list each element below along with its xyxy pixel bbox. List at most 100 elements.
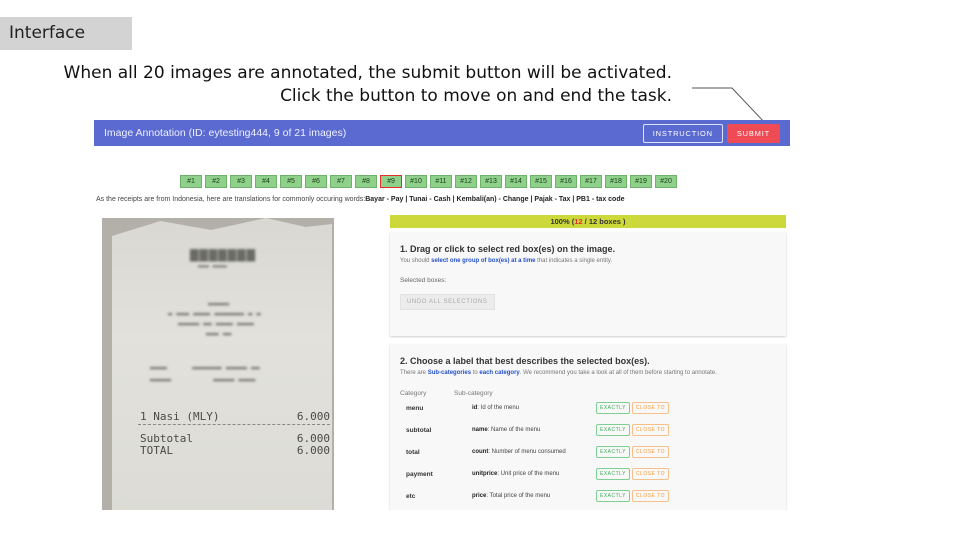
thumbnail-image-11[interactable]: #11 [430,175,452,188]
subcategory-text: : Name of the menu [487,427,541,433]
thumbnail-image-19[interactable]: #19 [630,175,652,188]
callout-line-2: Click the button to move on and end the … [280,86,672,106]
step1-sub-suffix: that indicates a single entity. [535,258,613,264]
subcategory-key: unitprice [472,471,498,477]
category-row: total count: Number of menu consumed EXACT… [400,441,786,463]
thumbnail-image-12[interactable]: #12 [455,175,477,188]
receipt-image[interactable]: ▆▆▆▆▆▆▆ ▬▬▬ ▬▬▬▬ ▬▬▬▬▬ ▬ ▬▬▬ ▬▬▬▬ ▬▬▬▬▬▬… [102,218,334,510]
undo-all-selections-button[interactable]: UNDO ALL SELECTIONS [400,294,495,310]
receipt-address-blur: ▬ ▬▬▬ ▬▬▬▬ ▬▬▬▬▬▬▬ ▬ ▬ [168,310,261,318]
annotation-app-window: Image Annotation (ID: eytesting444, 9 of… [94,120,790,510]
translation-note-words: Bayar - Pay | Tunai - Cash | Kembali(an)… [365,196,625,203]
category-name: total [406,448,420,456]
thumbnail-image-18[interactable]: #18 [605,175,627,188]
exactly-button[interactable]: EXACTLY [596,402,630,414]
step2-sub-b: Sub-categories [427,370,472,376]
receipt-logo: ▆▆▆▆▆▆▆ [190,246,257,262]
subcategory-description: name: Name of the menu [472,427,596,433]
thumbnail-image-5[interactable]: #5 [280,175,302,188]
category-row: subtotal name: Name of the menu EXACTLY CLO… [400,419,786,441]
subcategory-key: count [472,449,489,455]
thumbnail-image-2[interactable]: #2 [205,175,227,188]
step1-card: 1. Drag or click to select red box(es) o… [390,232,786,336]
close-to-button[interactable]: CLOSE TO [631,468,670,480]
annotation-progress-bar: 100% (12 / 12 boxes ) [390,215,786,228]
thumbnail-image-10[interactable]: #10 [405,175,427,188]
receipt-line: 1 Nasi (MLY) 6.000 [140,410,330,423]
app-topbar: Image Annotation (ID: eytesting444, 9 of… [94,120,790,146]
receipt-line-item: TOTAL [140,444,174,457]
step2-card: 2. Choose a label that best describes th… [390,344,786,510]
category-row: etc price: Total price of the menu EXACTLY… [400,485,786,507]
thumbnail-image-7[interactable]: #7 [330,175,352,188]
thumbnail-image-1[interactable]: #1 [180,175,202,188]
category-name: etc [406,492,416,500]
subcategory-key: name [472,427,488,433]
category-table-header: Category Sub-category [400,390,786,397]
subcategory-description: price: Total price of the menu [472,493,596,499]
receipt-address-blur: ▬▬▬ ▬▬ [206,330,232,338]
category-row: payment unitprice: Unit price of the menu… [400,463,786,485]
progress-total: / 12 boxes ) [582,217,626,226]
receipt-line-amount: 6.000 [296,444,330,457]
progress-selected-count: 12 [574,217,583,226]
receipt-line-amount: 6.000 [296,410,330,423]
thumbnail-image-17[interactable]: #17 [580,175,602,188]
subcategory-text: : Id of the menu [477,405,520,411]
step1-subtitle: You should select one group of box(es) a… [400,258,786,264]
receipt-meta-blur: ▬▬▬▬ ▬▬▬▬▬▬▬ ▬▬▬▬▬ ▬▬ [150,364,260,372]
category-name: subtotal [406,426,432,434]
receipt-address-blur: ▬▬▬▬▬ [208,300,230,308]
thumbnail-image-20[interactable]: #20 [655,175,677,188]
exactly-button[interactable]: EXACTLY [596,424,630,436]
category-name: payment [406,470,433,478]
receipt-paper: ▆▆▆▆▆▆▆ ▬▬▬ ▬▬▬▬ ▬▬▬▬▬ ▬ ▬▬▬ ▬▬▬▬ ▬▬▬▬▬▬… [112,218,332,510]
callout-text: When all 20 images are annotated, the su… [64,62,672,108]
step2-sub-a: There are [400,370,428,376]
thumbnail-image-8[interactable]: #8 [355,175,377,188]
step1-title: 1. Drag or click to select red box(es) o… [400,244,616,254]
thumbnail-image-3[interactable]: #3 [230,175,252,188]
thumbnail-image-14[interactable]: #14 [505,175,527,188]
subcategory-description: count: Number of menu consumed [472,449,596,455]
receipt-subtitle-blur: ▬▬▬ ▬▬▬▬ [198,263,227,270]
thumbnail-image-16[interactable]: #16 [555,175,577,188]
close-to-button[interactable]: CLOSE TO [631,490,670,502]
exactly-button[interactable]: EXACTLY [596,490,630,502]
receipt-divider [138,424,330,425]
subcategory-description: id: Id of the menu [472,405,596,411]
subcategory-text: : Total price of the menu [486,493,551,499]
close-to-button[interactable]: CLOSE TO [631,446,670,458]
thumbnail-image-4[interactable]: #4 [255,175,277,188]
submit-button[interactable]: SUBMIT [726,123,780,143]
thumbnail-image-9[interactable]: #9 [380,175,402,188]
selected-boxes-label: Selected boxes: [400,277,447,284]
subcategory-text: : Unit price of the menu [497,471,560,477]
step2-subtitle: There are Sub-categories to each categor… [400,370,786,376]
category-table-body: menu id: Id of the menu EXACTLY CLOSE TO sub… [390,397,786,507]
progress-percent: 100% ( [550,217,575,226]
step2-sub-e: . We recommend you take a look at all of… [519,370,717,376]
subcategory-column-header: Sub-category [454,390,493,397]
instruction-button[interactable]: INSTRUCTION [642,123,723,143]
thumbnail-image-6[interactable]: #6 [305,175,327,188]
thumbnail-image-15[interactable]: #15 [530,175,552,188]
receipt-line: TOTAL 6.000 [140,444,330,457]
subcategory-key: price [472,493,487,499]
receipt-line-item: 1 Nasi (MLY) [140,410,220,423]
category-row: menu id: Id of the menu EXACTLY CLOSE TO [400,397,786,419]
category-name: menu [406,404,424,412]
step2-title: 2. Choose a label that best describes th… [400,356,650,366]
step1-sub-bold: select one group of box(es) at a time [431,258,536,264]
exactly-button[interactable]: EXACTLY [596,446,630,458]
category-column-header: Category [400,390,427,397]
step1-sub-prefix: You should [400,258,432,264]
step2-sub-d: each category [479,370,520,376]
close-to-button[interactable]: CLOSE TO [631,424,670,436]
close-to-button[interactable]: CLOSE TO [631,402,670,414]
translation-note-prefix: As the receipts are from Indonesia, here… [96,196,366,203]
exactly-button[interactable]: EXACTLY [596,468,630,480]
receipt-address-blur: ▬▬▬▬▬ ▬▬ ▬▬▬▬ ▬▬▬▬ [178,320,254,328]
thumbnail-image-13[interactable]: #13 [480,175,502,188]
receipt-meta-blur: ▬▬▬▬▬ ▬▬▬▬▬ ▬▬▬▬ [150,376,256,384]
